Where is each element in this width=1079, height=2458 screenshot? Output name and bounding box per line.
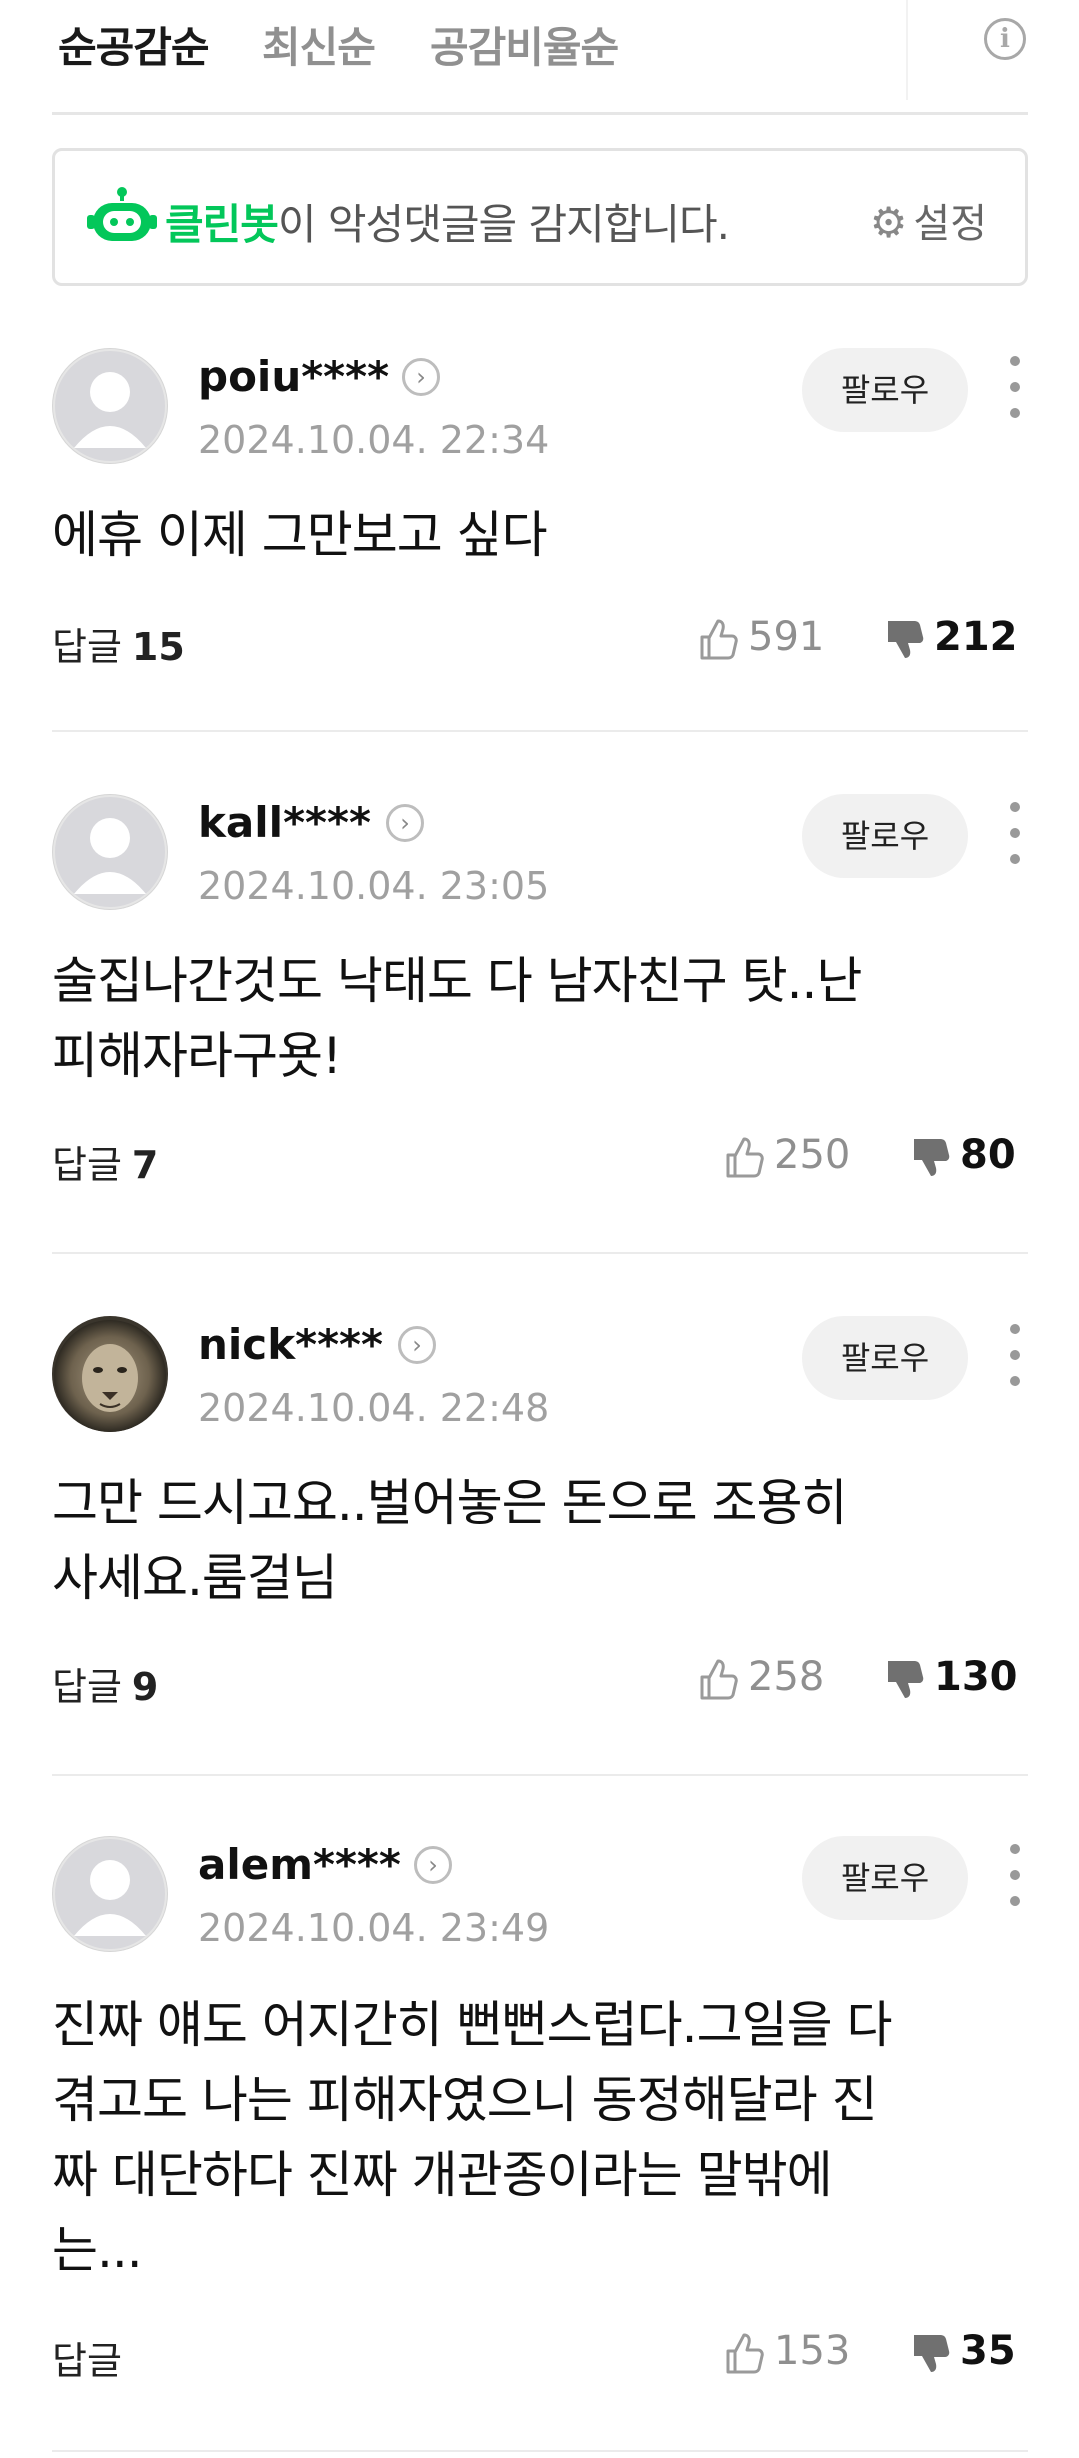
reply-label: 답글 xyxy=(52,2339,122,2383)
cleanbot-message: 클린봇이 악성댓글을 감지합니다. xyxy=(165,191,730,252)
more-options-icon[interactable] xyxy=(1008,356,1022,426)
sort-tab-latest[interactable]: 최신순 xyxy=(262,14,376,75)
like-button[interactable]: 591 xyxy=(698,612,824,662)
default-avatar-icon xyxy=(53,349,167,463)
vote-area: 591 212 xyxy=(698,612,1028,662)
default-avatar-icon xyxy=(53,795,167,909)
dislike-count: 80 xyxy=(960,1132,1016,1178)
chevron-right-icon[interactable]: › xyxy=(386,804,424,842)
reply-button[interactable]: 답글 xyxy=(52,2330,132,2385)
comment-divider xyxy=(52,730,1028,732)
reply-label: 답글 xyxy=(52,1143,122,1187)
like-count: 153 xyxy=(774,2328,851,2374)
info-icon[interactable]: i xyxy=(984,18,1026,60)
more-options-icon[interactable] xyxy=(1008,1844,1022,1914)
cleanbot-banner: 클린봇이 악성댓글을 감지합니다. ⚙ 설정 xyxy=(52,148,1028,286)
comment-text: 진짜 얘도 어지간히 뻔뻔스럽다.그일을 다 겪고도 나는 피해자였으니 동정해… xyxy=(52,1988,1028,2288)
divider xyxy=(906,0,908,100)
sort-tab-popular[interactable]: 순공감순 xyxy=(58,14,210,75)
follow-button[interactable]: 팔로우 xyxy=(802,348,968,432)
follow-button[interactable]: 팔로우 xyxy=(802,1316,968,1400)
reply-button[interactable]: 답글 15 xyxy=(52,616,185,671)
cleanbot-brand: 클린봇 xyxy=(165,200,279,249)
gear-icon: ⚙ xyxy=(869,198,908,247)
sort-bar: 순공감순 최신순 공감비율순 i xyxy=(52,0,1028,115)
like-count: 258 xyxy=(748,1654,825,1700)
username[interactable]: alem**** xyxy=(198,1840,401,1889)
reply-count: 7 xyxy=(131,1143,159,1187)
settings-label: 설정 xyxy=(913,201,987,247)
vote-area: 153 35 xyxy=(724,2326,1028,2376)
comment-text-line: 진짜 얘도 어지간히 뻔뻔스럽다.그일을 다 xyxy=(52,1996,892,2054)
reply-label: 답글 xyxy=(52,1665,122,1709)
sort-tab-ratio[interactable]: 공감비율순 xyxy=(430,14,619,75)
avatar[interactable] xyxy=(52,1316,168,1432)
follow-button[interactable]: 팔로우 xyxy=(802,1836,968,1920)
like-count: 591 xyxy=(748,614,825,660)
comment-text: 술집나간것도 낙태도 다 남자친구 탓..난 피해자라구욧! xyxy=(52,944,1028,1094)
dislike-button[interactable]: 130 xyxy=(884,1652,1018,1702)
thumbs-down-icon xyxy=(888,621,924,658)
avatar[interactable] xyxy=(52,1836,168,1952)
reply-count: 9 xyxy=(131,1665,159,1709)
comment-divider xyxy=(52,2450,1028,2452)
comment-text: 그만 드시고요..벌어놓은 돈으로 조용히 사세요.룸걸님 xyxy=(52,1466,1028,1616)
avatar[interactable] xyxy=(52,348,168,464)
chevron-right-icon[interactable]: › xyxy=(398,1326,436,1364)
cleanbot-settings-button[interactable]: ⚙ 설정 xyxy=(870,191,987,249)
thumbs-down-icon xyxy=(914,1139,950,1176)
default-avatar-icon xyxy=(53,1837,167,1951)
dislike-count: 130 xyxy=(934,1654,1018,1700)
like-count: 250 xyxy=(774,1132,851,1178)
timestamp: 2024.10.04. 23:05 xyxy=(198,864,550,908)
timestamp: 2024.10.04. 22:48 xyxy=(198,1386,550,1430)
like-button[interactable]: 153 xyxy=(724,2326,850,2376)
dislike-button[interactable]: 212 xyxy=(884,612,1018,662)
comment-text-line: 피해자라구욧! xyxy=(52,1027,342,1085)
comment-text-line: 에휴 이제 그만보고 싶다 xyxy=(52,506,548,564)
more-options-icon[interactable] xyxy=(1008,1324,1022,1394)
thumbs-up-icon xyxy=(700,1659,738,1700)
comment-text-line: 그만 드시고요..벌어놓은 돈으로 조용히 xyxy=(52,1474,847,1532)
reply-label: 답글 xyxy=(52,625,122,669)
username[interactable]: kall**** xyxy=(198,798,371,847)
thumbs-up-icon xyxy=(700,619,738,660)
cleanbot-robot-icon xyxy=(87,187,157,241)
comment-text-line: 사세요.룸걸님 xyxy=(52,1549,338,1607)
like-button[interactable]: 258 xyxy=(698,1652,824,1702)
chevron-right-icon[interactable]: › xyxy=(414,1846,452,1884)
dislike-count: 212 xyxy=(934,614,1018,660)
reply-count: 15 xyxy=(131,625,185,669)
lion-avatar-image xyxy=(52,1316,168,1432)
comment-text-line: 짜 대단하다 진짜 개관종이라는 말밖에 xyxy=(52,2146,833,2204)
thumbs-up-icon xyxy=(726,2333,764,2374)
thumbs-down-icon xyxy=(914,2335,950,2372)
timestamp: 2024.10.04. 23:49 xyxy=(198,1906,550,1950)
dislike-button[interactable]: 35 xyxy=(910,2326,1016,2376)
reply-button[interactable]: 답글 9 xyxy=(52,1656,158,1711)
vote-area: 258 130 xyxy=(698,1652,1028,1702)
comment-text-line: 겪고도 나는 피해자였으니 동정해달라 진 xyxy=(52,2071,878,2129)
dislike-button[interactable]: 80 xyxy=(910,1130,1016,1180)
comment-divider xyxy=(52,1252,1028,1254)
follow-button[interactable]: 팔로우 xyxy=(802,794,968,878)
username[interactable]: poiu**** xyxy=(198,352,389,401)
cleanbot-message-text: 이 악성댓글을 감지합니다. xyxy=(277,200,730,249)
thumbs-up-icon xyxy=(726,1137,764,1178)
avatar[interactable] xyxy=(52,794,168,910)
dislike-count: 35 xyxy=(960,2328,1016,2374)
comment-panel: 순공감순 최신순 공감비율순 i 클린봇이 악성댓글을 감지합니다. ⚙설정 xyxy=(52,0,1028,2452)
comment-divider xyxy=(52,1774,1028,1776)
username[interactable]: nick**** xyxy=(198,1320,383,1369)
vote-area: 250 80 xyxy=(724,1130,1028,1180)
reply-button[interactable]: 답글 7 xyxy=(52,1134,158,1189)
like-button[interactable]: 250 xyxy=(724,1130,850,1180)
comment-text: 에휴 이제 그만보고 싶다 xyxy=(52,498,1028,573)
thumbs-down-icon xyxy=(888,1661,924,1698)
comment-text-line: 는... xyxy=(52,2221,143,2279)
comment-text-line: 술집나간것도 낙태도 다 남자친구 탓..난 xyxy=(52,952,862,1010)
chevron-right-icon[interactable]: › xyxy=(402,358,440,396)
more-options-icon[interactable] xyxy=(1008,802,1022,872)
timestamp: 2024.10.04. 22:34 xyxy=(198,418,550,462)
